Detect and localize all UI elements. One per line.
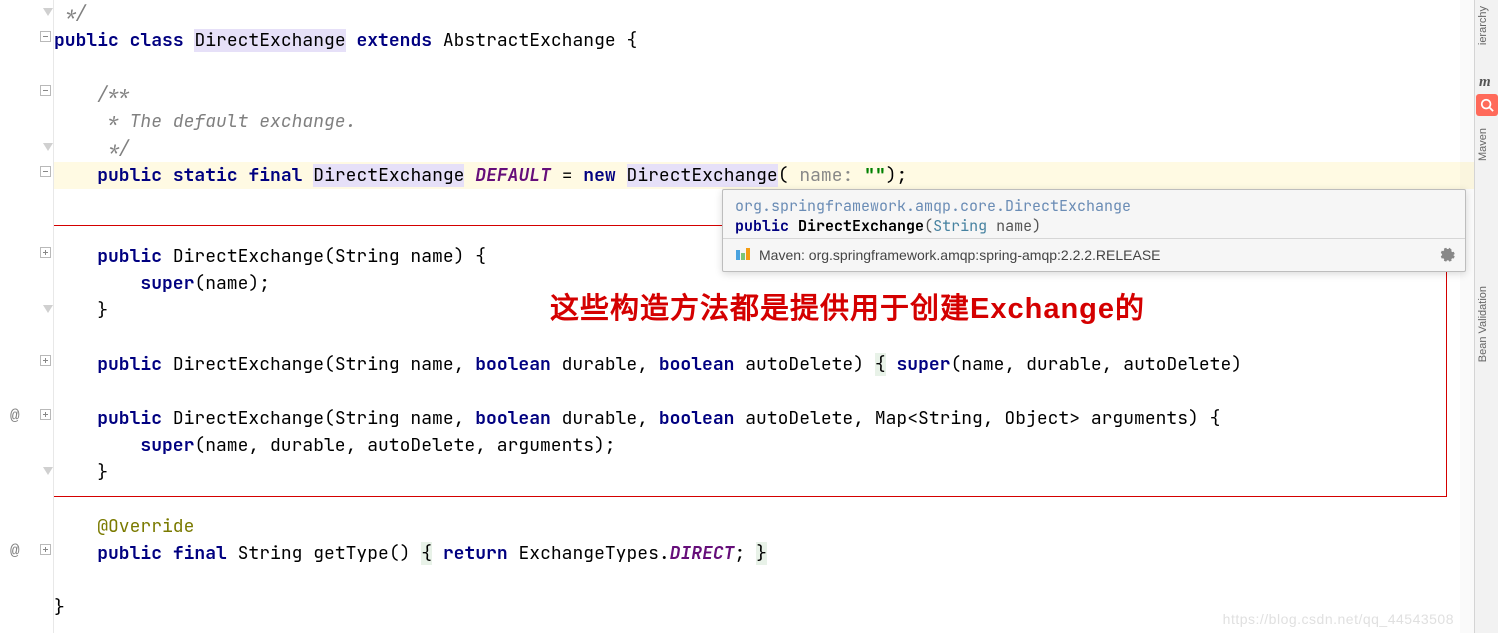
keyword: final — [173, 542, 227, 565]
type-name: ctExchange — [356, 164, 464, 187]
maven-m-icon: m — [1479, 74, 1491, 91]
code-text: AbstractExchange { — [443, 29, 637, 52]
constructor-signature: DirectExchange(String name) { — [162, 245, 486, 268]
keyword: super — [896, 353, 950, 376]
fold-toggle-icon[interactable] — [40, 166, 51, 177]
keyword: static — [173, 164, 238, 187]
quick-doc-popup[interactable]: org.springframework.amqp.core.DirectExch… — [722, 189, 1466, 272]
type-name: Dire — [313, 164, 356, 187]
field-ref: DIRECT — [670, 542, 735, 565]
keyword: super — [140, 434, 194, 457]
fold-toggle-icon[interactable] — [40, 31, 51, 42]
constructor-call: DirectExchange — [627, 164, 778, 187]
keyword: class — [130, 29, 184, 52]
maven-icon — [735, 247, 751, 263]
annotation-override: @Override — [97, 515, 194, 538]
keyword: public — [97, 542, 162, 565]
keyword: boolean — [659, 407, 735, 430]
tooltip-source-row[interactable]: Maven: org.springframework.amqp:spring-a… — [723, 239, 1465, 271]
keyword: public — [97, 407, 162, 430]
override-gutter-icon[interactable]: @ — [10, 542, 20, 560]
param-hint: name: — [789, 164, 865, 187]
gear-icon[interactable] — [1439, 247, 1455, 266]
fold-expand-icon[interactable] — [40, 247, 51, 258]
keyword: public — [97, 164, 162, 187]
tool-window-bean-validation[interactable]: Bean Validation — [1475, 280, 1498, 368]
editor-gutter: @ @ — [0, 0, 54, 633]
tool-window-maven[interactable]: Maven — [1475, 122, 1498, 167]
comment: */ — [97, 137, 129, 160]
string-literal: "" — [864, 164, 886, 187]
tool-window-maven-active[interactable] — [1476, 94, 1498, 116]
comment: /** — [97, 83, 129, 106]
fold-end-icon[interactable] — [43, 467, 53, 475]
vertical-scrollbar[interactable] — [1460, 0, 1474, 633]
comment: * The default exchange. — [97, 110, 356, 133]
keyword: super — [140, 272, 194, 295]
keyword: boolean — [475, 407, 551, 430]
comment: */ — [54, 2, 86, 25]
tool-window-hierarchy[interactable]: ierarchy — [1475, 0, 1498, 51]
fold-expand-icon[interactable] — [40, 355, 51, 366]
keyword: final — [248, 164, 302, 187]
tooltip-maven-label: Maven: org.springframework.amqp:spring-a… — [759, 247, 1161, 263]
fold-toggle-icon[interactable] — [40, 85, 51, 96]
keyword: public — [97, 353, 162, 376]
keyword: public — [97, 245, 162, 268]
field-name: DEFAULT — [475, 164, 551, 187]
fold-end-icon[interactable] — [43, 305, 53, 313]
keyword: public — [54, 29, 119, 52]
fold-end-icon[interactable] — [43, 8, 53, 16]
class-name: DirectExchange — [194, 29, 345, 52]
fold-end-icon[interactable] — [43, 143, 53, 151]
fold-expand-icon[interactable] — [40, 544, 51, 555]
keyword: return — [443, 542, 508, 565]
code-editor[interactable]: */ public class DirectExchange extends A… — [54, 0, 1474, 633]
tooltip-fqcn: org.springframework.amqp.core.DirectExch… — [735, 196, 1453, 216]
fold-expand-icon[interactable] — [40, 409, 51, 420]
keyword: extends — [356, 29, 432, 52]
keyword: new — [583, 164, 615, 187]
right-toolbar: ierarchy m Maven Bean Validation — [1474, 0, 1498, 633]
override-gutter-icon[interactable]: @ — [10, 407, 20, 425]
tooltip-signature: public DirectExchange(String name) — [735, 216, 1453, 234]
keyword: boolean — [475, 353, 551, 376]
keyword: boolean — [659, 353, 735, 376]
